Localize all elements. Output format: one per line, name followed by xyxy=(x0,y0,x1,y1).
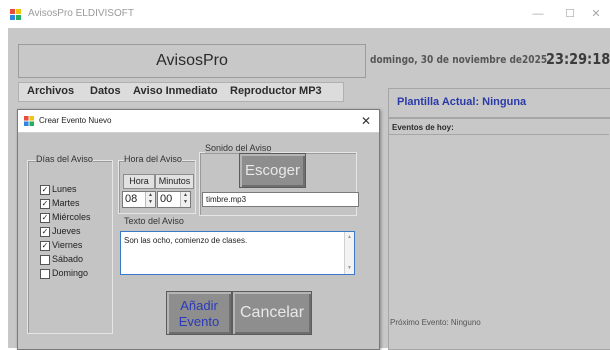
hour-stepper-arrows[interactable]: ▲ ▼ xyxy=(145,192,155,207)
main-window: AvisosPro ELDIVISOFT — ☐ ✕ AvisosPro dom… xyxy=(0,0,610,350)
create-event-dialog: Crear Evento Nuevo ✕ Días del Aviso ✓ Lu… xyxy=(17,109,380,350)
days-group-label: Días del Aviso xyxy=(36,154,93,164)
scroll-up-icon[interactable]: ▲ xyxy=(345,234,354,240)
minute-stepper[interactable]: 00 ▲ ▼ xyxy=(157,191,191,208)
dialog-app-icon xyxy=(24,116,34,126)
checkbox-checked-icon: ✓ xyxy=(40,185,50,195)
arrow-up-icon[interactable]: ▲ xyxy=(146,192,155,199)
arrow-up-icon[interactable]: ▲ xyxy=(181,192,190,199)
app-name: AvisosPro xyxy=(156,52,228,69)
todays-events-list[interactable] xyxy=(389,134,609,345)
menu-reproductor-mp3[interactable]: Reproductor MP3 xyxy=(230,85,322,97)
time-group-label: Hora del Aviso xyxy=(124,154,182,164)
day-label: Sábado xyxy=(52,254,84,264)
todays-events-panel: Eventos de hoy: xyxy=(388,118,610,350)
minute-stepper-arrows[interactable]: ▲ ▼ xyxy=(180,192,190,207)
checkbox-checked-icon: ✓ xyxy=(40,227,50,237)
days-list: ✓ Lunes ✓ Martes ✓ Miércoles ✓ Jueves ✓ … xyxy=(40,184,110,304)
maximize-button[interactable]: ☐ xyxy=(560,6,580,22)
menu-archivos[interactable]: Archivos xyxy=(27,85,74,97)
next-event-label: Próximo Evento: Ninguno xyxy=(390,318,481,327)
checkbox-checked-icon: ✓ xyxy=(40,213,50,223)
hour-stepper[interactable]: 08 ▲ ▼ xyxy=(122,191,156,208)
day-label: Lunes xyxy=(52,184,77,194)
minute-value: 00 xyxy=(160,193,173,205)
arrow-down-icon[interactable]: ▼ xyxy=(146,199,155,206)
checkbox-unchecked-icon xyxy=(40,255,50,265)
arrow-down-icon[interactable]: ▼ xyxy=(181,199,190,206)
dialog-titlebar: Crear Evento Nuevo ✕ xyxy=(18,110,379,133)
current-template-panel: Plantilla Actual: Ninguna xyxy=(388,88,610,118)
app-header: AvisosPro xyxy=(18,44,366,78)
checkbox-checked-icon: ✓ xyxy=(40,241,50,251)
current-template-label: Plantilla Actual: Ninguna xyxy=(397,96,527,108)
checkbox-checked-icon: ✓ xyxy=(40,199,50,209)
menu-datos[interactable]: Datos xyxy=(90,85,121,97)
close-button[interactable]: ✕ xyxy=(586,6,606,22)
add-event-label-line1: Añadir xyxy=(180,298,218,313)
window-title: AvisosPro ELDIVISOFT xyxy=(28,8,134,19)
sound-group-label: Sonido del Aviso xyxy=(205,143,272,153)
scroll-down-icon[interactable]: ▼ xyxy=(345,265,354,271)
menu-aviso-inmediato[interactable]: Aviso Inmediato xyxy=(133,85,218,97)
textarea-scrollbar[interactable]: ▲ ▼ xyxy=(344,232,354,274)
dialog-title: Crear Evento Nuevo xyxy=(39,116,112,125)
current-time: 23:29:18 xyxy=(546,50,610,68)
dialog-close-button[interactable]: ✕ xyxy=(358,113,374,129)
add-event-button[interactable]: Añadir Evento xyxy=(166,291,232,335)
window-titlebar: AvisosPro ELDIVISOFT — ☐ ✕ xyxy=(0,0,610,28)
choose-sound-button[interactable]: Escoger xyxy=(239,153,306,188)
app-icon xyxy=(10,9,21,20)
current-date: domingo, 30 de noviembre de2025 xyxy=(370,53,548,66)
menu-bar: Archivos Datos Aviso Inmediato Reproduct… xyxy=(18,82,344,102)
day-label: Domingo xyxy=(52,268,89,278)
checkbox-unchecked-icon xyxy=(40,269,50,279)
todays-events-title: Eventos de hoy: xyxy=(392,123,454,132)
minutes-button[interactable]: Minutos xyxy=(155,174,194,189)
message-text: Son las ocho, comienzo de clases. xyxy=(124,236,248,245)
cancel-button[interactable]: Cancelar xyxy=(232,291,312,335)
message-textarea[interactable]: Son las ocho, comienzo de clases. ▲ ▼ xyxy=(120,231,355,275)
hour-value: 08 xyxy=(125,193,138,205)
hour-button[interactable]: Hora xyxy=(123,174,155,189)
day-label: Viernes xyxy=(52,240,83,250)
day-label: Martes xyxy=(52,198,80,208)
day-label: Jueves xyxy=(52,226,81,236)
add-event-label-line2: Evento xyxy=(178,314,220,329)
minimize-button[interactable]: — xyxy=(528,6,548,22)
day-label: Miércoles xyxy=(52,212,91,222)
text-group-label: Texto del Aviso xyxy=(124,216,184,226)
sound-file-field[interactable]: timbre.mp3 xyxy=(202,192,359,207)
